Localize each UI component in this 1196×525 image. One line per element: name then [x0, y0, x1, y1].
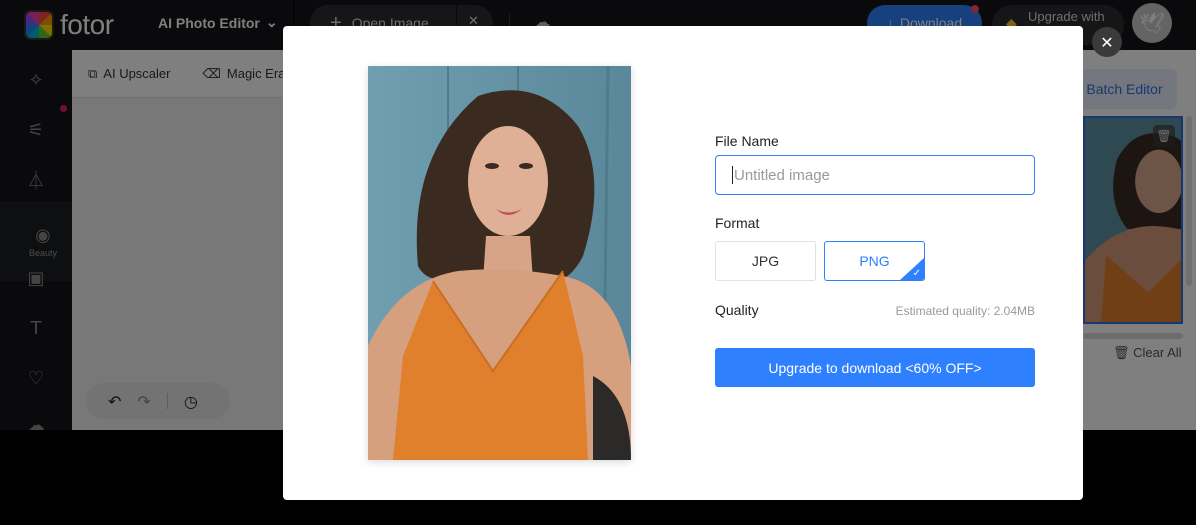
format-png-label: PNG	[859, 253, 890, 269]
format-label: Format	[715, 215, 760, 231]
format-option-jpg[interactable]: JPG	[715, 241, 816, 281]
upgrade-to-download-button[interactable]: Upgrade to download <60% OFF>	[715, 348, 1035, 387]
text-caret	[732, 166, 733, 184]
close-icon: ✕	[1100, 32, 1114, 52]
format-option-png[interactable]: PNG ✓	[824, 241, 925, 281]
upgrade-to-download-label: Upgrade to download <60% OFF>	[768, 359, 982, 376]
file-name-input[interactable]: Untitled image	[715, 155, 1035, 195]
close-modal-button[interactable]: ✕	[1092, 27, 1122, 57]
quality-label: Quality	[715, 302, 759, 318]
file-name-placeholder: Untitled image	[734, 166, 830, 184]
check-icon: ✓	[912, 268, 921, 279]
download-modal: File Name Untitled image Format JPG PNG …	[283, 26, 1083, 500]
image-preview	[368, 66, 631, 460]
estimated-quality: Estimated quality: 2.04MB	[895, 304, 1035, 318]
preview-photo	[368, 66, 631, 460]
file-name-label: File Name	[715, 133, 779, 149]
format-jpg-label: JPG	[751, 253, 780, 269]
